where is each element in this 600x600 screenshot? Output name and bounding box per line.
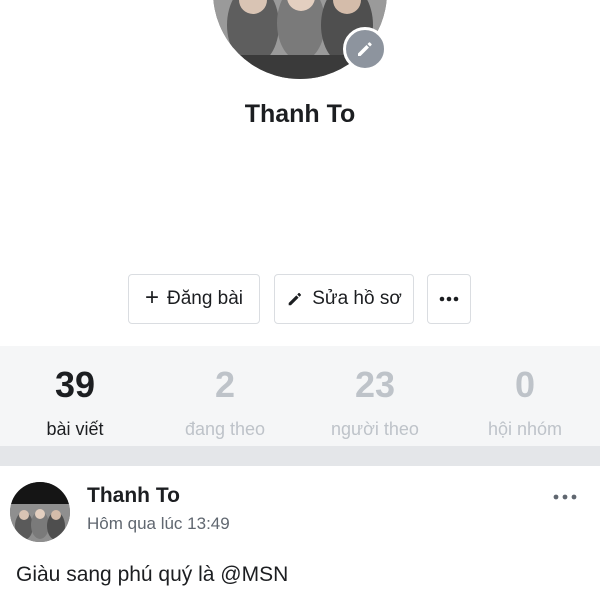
profile-stats: 39 bài viết 2 đang theo 23 người theo 0 … (0, 346, 600, 446)
stat-number: 2 (214, 364, 236, 405)
section-divider (0, 446, 600, 466)
stat-label: hội nhóm (487, 419, 563, 439)
profile-name: Thanh To (244, 100, 356, 128)
post-card: Thanh To Hôm qua lúc 13:49 Giàu sang phú… (0, 466, 600, 600)
post-menu-button[interactable] (552, 480, 578, 506)
author-photo-image (10, 482, 70, 542)
stat-label: đang theo (184, 419, 266, 439)
post-timestamp[interactable]: Hôm qua lúc 13:49 (87, 514, 230, 534)
more-dots-icon (439, 296, 459, 302)
pencil-icon (358, 42, 372, 56)
stat-posts[interactable]: 39 bài viết (0, 346, 150, 446)
more-dots-icon (553, 494, 577, 500)
stat-groups[interactable]: 0 hội nhóm (450, 346, 600, 446)
stat-following[interactable]: 2 đang theo (150, 346, 300, 446)
stat-label: bài viết (46, 419, 104, 439)
stat-label: người theo (331, 419, 419, 439)
profile-actions: + Đăng bài Sửa hồ sơ (0, 274, 600, 324)
create-post-label: Đăng bài (166, 288, 244, 309)
post-author-avatar[interactable] (10, 482, 70, 542)
pencil-icon (288, 292, 302, 306)
stat-number: 39 (54, 364, 96, 405)
stat-followers[interactable]: 23 người theo (300, 346, 450, 446)
plus-icon: + (144, 284, 159, 311)
edit-profile-button[interactable]: Sửa hồ sơ (274, 274, 414, 324)
stat-number: 23 (354, 364, 396, 405)
profile-avatar-container[interactable] (213, 0, 387, 79)
more-options-button[interactable] (427, 274, 471, 324)
edit-avatar-button[interactable] (343, 27, 387, 71)
create-post-button[interactable]: + Đăng bài (128, 274, 260, 324)
edit-profile-label: Sửa hồ sơ (312, 288, 402, 309)
post-content: Giàu sang phú quý là @MSN (16, 563, 289, 586)
stat-number: 0 (514, 364, 536, 405)
post-author-name[interactable]: Thanh To (87, 484, 180, 508)
